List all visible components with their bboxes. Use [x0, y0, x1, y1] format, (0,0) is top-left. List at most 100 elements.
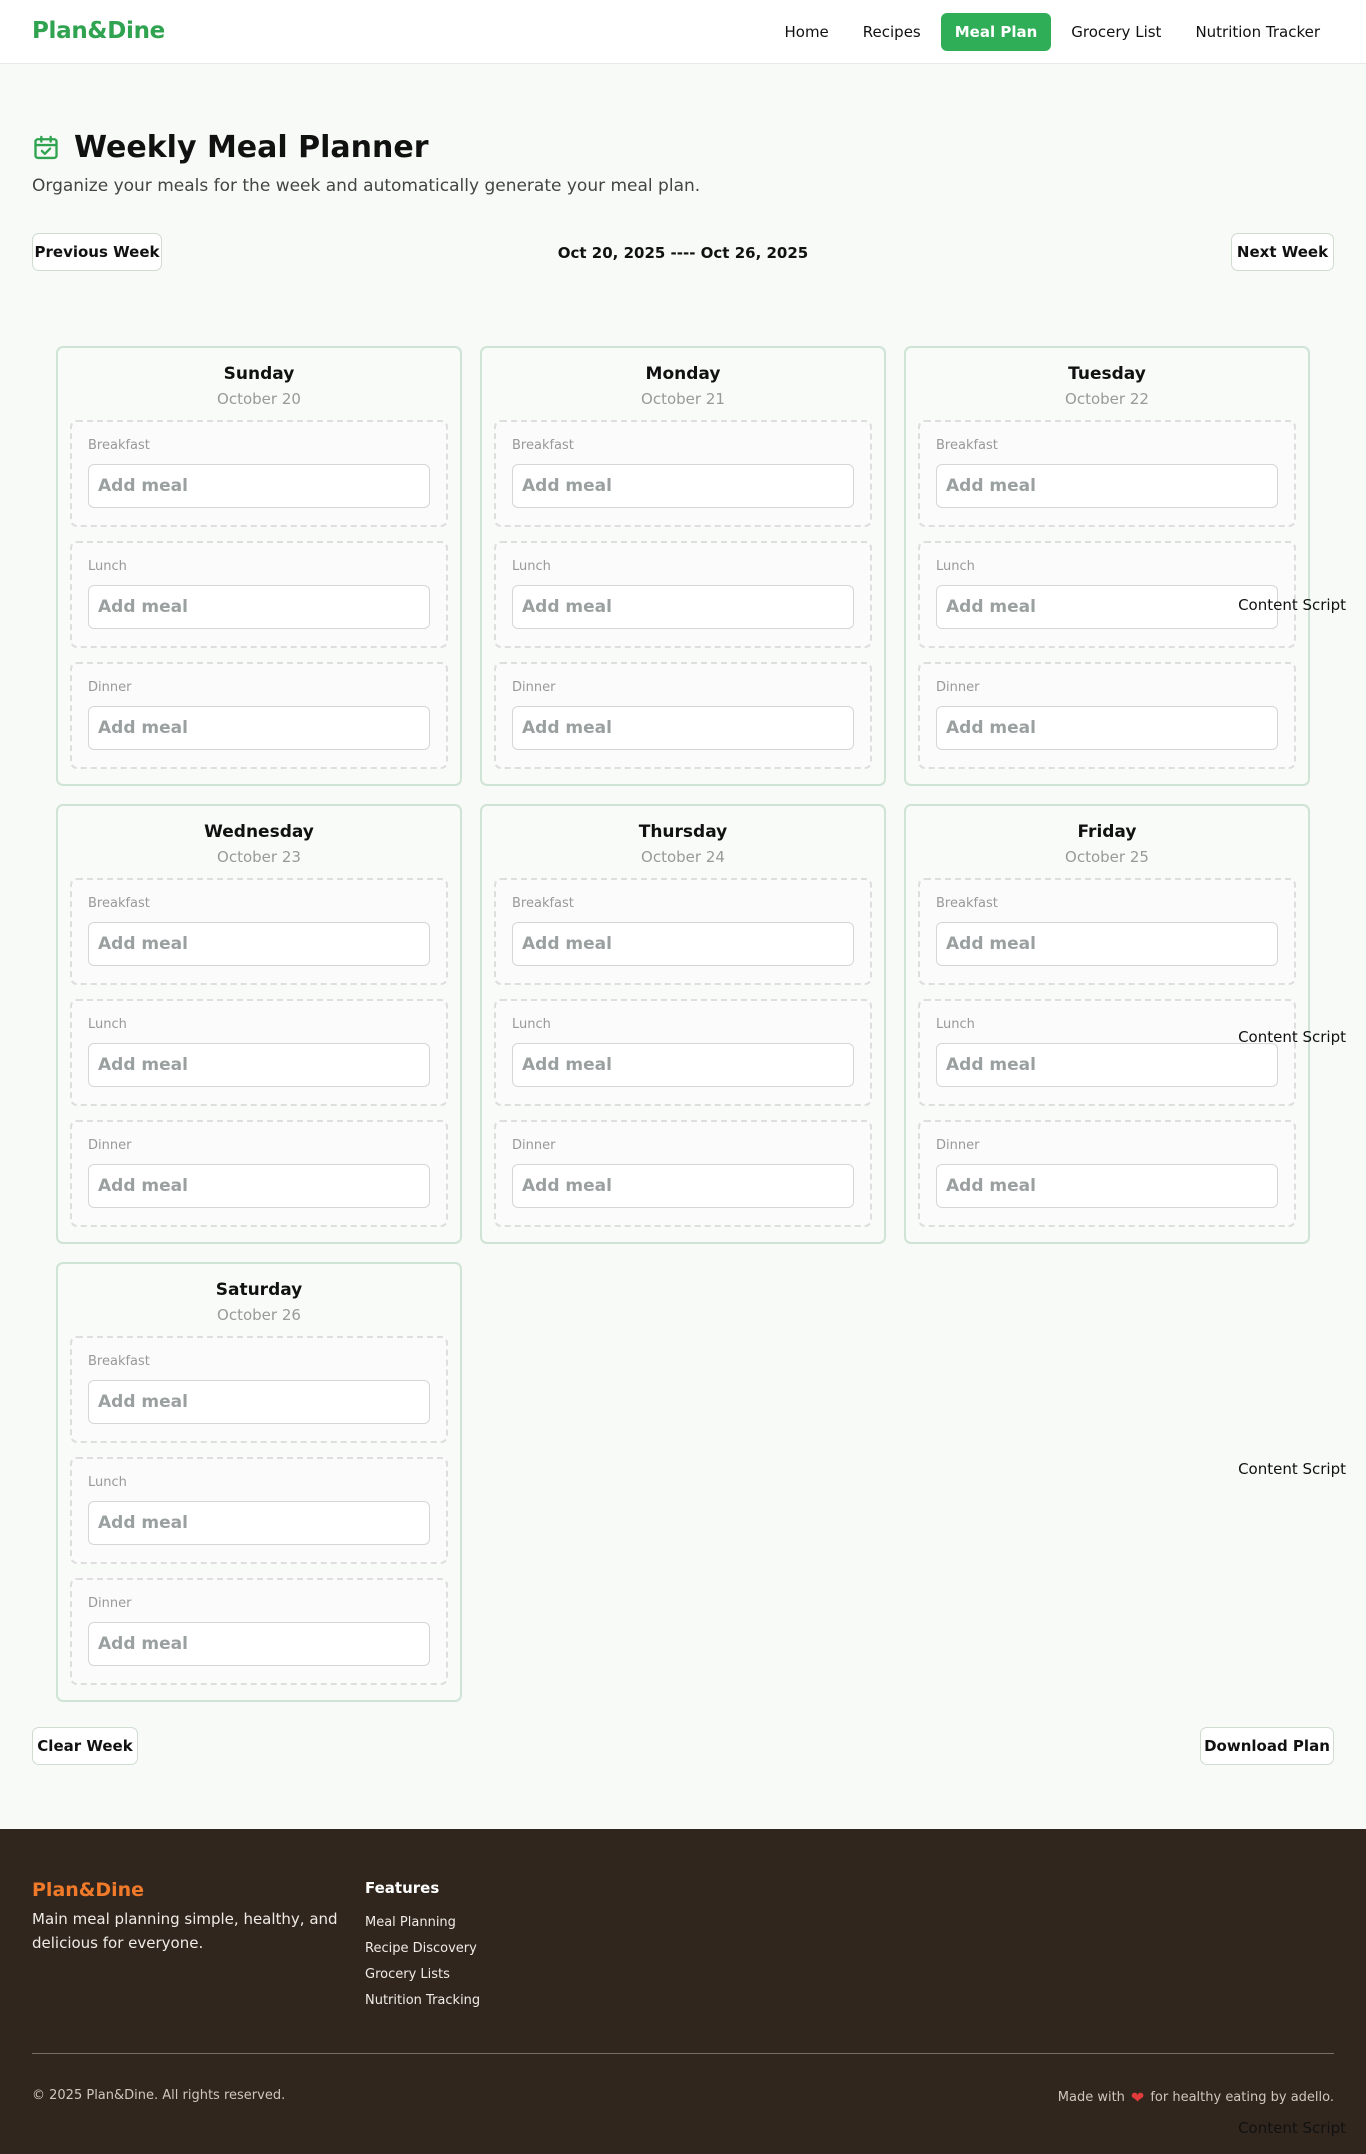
meal-slot-dinner: Dinner [494, 662, 872, 769]
download-plan-button[interactable]: Download Plan [1200, 1727, 1334, 1765]
dinner-meal-input[interactable] [936, 1164, 1278, 1208]
meal-slot-lunch: Lunch [70, 541, 448, 648]
day-date: October 24 [641, 848, 725, 866]
footer-features-list: Meal Planning Recipe Discovery Grocery L… [365, 1915, 480, 2019]
lunch-meal-input[interactable] [88, 1043, 430, 1087]
meal-slot-label: Dinner [512, 1138, 556, 1153]
meal-slot-label: Dinner [936, 1138, 980, 1153]
meal-slot-label: Breakfast [88, 896, 150, 911]
day-date: October 26 [217, 1306, 301, 1324]
meal-slot-dinner: Dinner [70, 1578, 448, 1685]
breakfast-meal-input[interactable] [88, 464, 430, 508]
meal-slot-label: Breakfast [512, 896, 574, 911]
lunch-meal-input[interactable] [512, 1043, 854, 1087]
day-name: Thursday [638, 822, 728, 842]
meal-slot-label: Dinner [88, 1138, 132, 1153]
meal-slot-lunch: Lunch [918, 999, 1296, 1106]
lunch-meal-input[interactable] [88, 1501, 430, 1545]
footer-link-recipe-discovery[interactable]: Recipe Discovery [365, 1941, 480, 1956]
page-header: Weekly Meal Planner [32, 130, 429, 165]
dinner-meal-input[interactable] [512, 706, 854, 750]
footer-tagline: Main meal planning simple, healthy, and … [32, 1910, 338, 1952]
lunch-meal-input[interactable] [88, 585, 430, 629]
day-name: Sunday [223, 364, 295, 384]
nav-link-grocery-list[interactable]: Grocery List [1057, 13, 1175, 51]
nav-link-meal-plan[interactable]: Meal Plan [940, 13, 1052, 51]
page-title: Weekly Meal Planner [74, 130, 429, 165]
heart-icon: ❤ [1130, 2088, 1145, 2107]
content-script-label: Content Script [1238, 1028, 1346, 1046]
footer-link-nutrition-tracking[interactable]: Nutrition Tracking [365, 1993, 480, 2008]
dinner-meal-input[interactable] [936, 706, 1278, 750]
footer-divider [32, 2053, 1334, 2054]
lunch-meal-input[interactable] [512, 585, 854, 629]
footer-copyright: © 2025 Plan&Dine. All rights reserved. [32, 2088, 286, 2103]
meal-slot-dinner: Dinner [70, 662, 448, 769]
meal-slot-label: Breakfast [936, 438, 998, 453]
meal-slot-label: Lunch [936, 1017, 975, 1032]
meal-slot-dinner: Dinner [918, 662, 1296, 769]
nav-link-nutrition-tracker[interactable]: Nutrition Tracker [1181, 13, 1334, 51]
nav-link-recipes[interactable]: Recipes [849, 13, 935, 51]
breakfast-meal-input[interactable] [512, 464, 854, 508]
meal-slot-lunch: Lunch [70, 999, 448, 1106]
breakfast-meal-input[interactable] [88, 922, 430, 966]
meal-slot-breakfast: Breakfast [70, 878, 448, 985]
day-date: October 22 [1065, 390, 1149, 408]
day-name: Monday [645, 364, 721, 384]
lunch-meal-input[interactable] [936, 585, 1278, 629]
dinner-meal-input[interactable] [88, 1164, 430, 1208]
content-script-label: Content Script [1238, 596, 1346, 614]
meal-slot-lunch: Lunch [494, 999, 872, 1106]
breakfast-meal-input[interactable] [88, 1380, 430, 1424]
meal-slot-label: Breakfast [936, 896, 998, 911]
dinner-meal-input[interactable] [512, 1164, 854, 1208]
footer-made-with: Made with ❤ for healthy eating by adello… [1058, 2088, 1334, 2107]
meal-slot-label: Dinner [88, 1596, 132, 1611]
dinner-meal-input[interactable] [88, 706, 430, 750]
meal-slot-label: Lunch [88, 559, 127, 574]
meal-slot-label: Lunch [512, 559, 551, 574]
nav-link-home[interactable]: Home [770, 13, 842, 51]
meal-slot-lunch: Lunch [494, 541, 872, 648]
meal-slot-lunch: Lunch [918, 541, 1296, 648]
breakfast-meal-input[interactable] [936, 922, 1278, 966]
top-navbar: Plan&Dine Home Recipes Meal Plan Grocery… [0, 0, 1366, 64]
day-card-friday: Friday October 25 Breakfast Lunch Dinner [904, 804, 1310, 1244]
meal-slot-label: Dinner [936, 680, 980, 695]
meal-slot-breakfast: Breakfast [918, 878, 1296, 985]
footer-link-meal-planning[interactable]: Meal Planning [365, 1915, 480, 1930]
clear-week-button[interactable]: Clear Week [32, 1727, 138, 1765]
meal-slot-label: Lunch [88, 1017, 127, 1032]
meal-slot-label: Dinner [512, 680, 556, 695]
day-date: October 23 [217, 848, 301, 866]
next-week-button[interactable]: Next Week [1231, 233, 1334, 271]
day-name: Wednesday [204, 822, 314, 842]
day-card-thursday: Thursday October 24 Breakfast Lunch Dinn… [480, 804, 886, 1244]
brand-logo[interactable]: Plan&Dine [32, 18, 165, 44]
meal-slot-label: Breakfast [88, 1354, 150, 1369]
meal-slot-breakfast: Breakfast [918, 420, 1296, 527]
day-date: October 21 [641, 390, 725, 408]
footer-brand: Plan&Dine [32, 1879, 145, 1901]
day-name: Friday [1077, 822, 1137, 842]
content-script-label: Content Script [1238, 1460, 1346, 1478]
made-with-suffix: for healthy eating by adello. [1150, 2090, 1334, 2105]
day-name: Tuesday [1068, 364, 1146, 384]
day-card-tuesday: Tuesday October 22 Breakfast Lunch Dinne… [904, 346, 1310, 786]
dinner-meal-input[interactable] [88, 1622, 430, 1666]
lunch-meal-input[interactable] [936, 1043, 1278, 1087]
made-with-prefix: Made with [1057, 2090, 1125, 2105]
meal-slot-label: Lunch [936, 559, 975, 574]
meal-slot-label: Lunch [88, 1475, 127, 1490]
meal-slot-breakfast: Breakfast [494, 420, 872, 527]
meal-slot-label: Lunch [512, 1017, 551, 1032]
footer-link-grocery-lists[interactable]: Grocery Lists [365, 1967, 480, 1982]
meal-slot-label: Breakfast [88, 438, 150, 453]
breakfast-meal-input[interactable] [936, 464, 1278, 508]
meal-slot-lunch: Lunch [70, 1457, 448, 1564]
breakfast-meal-input[interactable] [512, 922, 854, 966]
day-name: Saturday [215, 1280, 303, 1300]
day-card-wednesday: Wednesday October 23 Breakfast Lunch Din… [56, 804, 462, 1244]
day-grid: Sunday October 20 Breakfast Lunch Dinner… [56, 346, 1310, 1702]
